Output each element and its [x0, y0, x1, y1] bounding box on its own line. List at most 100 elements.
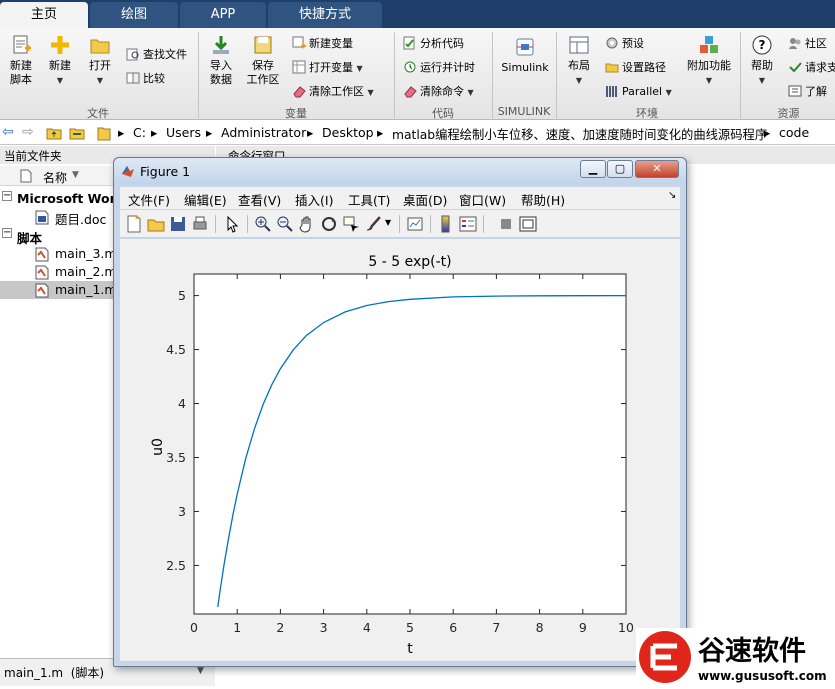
request-support-button[interactable]: 请求支 — [788, 60, 835, 75]
gear-icon — [606, 37, 618, 49]
set-path-label: 设置路径 — [622, 61, 666, 74]
learn-button[interactable]: 了解 — [788, 84, 827, 99]
simulink-button[interactable]: Simulink — [498, 36, 552, 75]
browse-folder-icon[interactable] — [69, 126, 85, 140]
save-icon[interactable] — [168, 214, 188, 234]
y-tick-label: 4.5 — [166, 342, 186, 357]
zoom-out-icon[interactable] — [275, 214, 295, 234]
minimize-button[interactable]: ▁ — [580, 160, 606, 178]
open-file-icon[interactable] — [146, 214, 166, 234]
analyze-icon — [403, 36, 415, 50]
print-icon[interactable] — [190, 214, 210, 234]
run-and-time-button[interactable]: 运行并计时 — [403, 60, 475, 75]
preferences-label: 预设 — [622, 37, 644, 50]
breadcrumb-desktop[interactable]: Desktop — [322, 125, 374, 140]
breadcrumb-administrator[interactable]: Administrator — [221, 125, 306, 140]
chevron-down-icon: ▼ — [56, 76, 64, 85]
ribbon: 新建 脚本 新建 ▼ 打开 ▼ 查找文件 比较 文件 导入 数据 保存 工作区 新建… — [0, 28, 835, 120]
help-icon: ? — [752, 35, 772, 55]
plot-svg[interactable]: 5 - 5 exp(-t) u0 t 0 1 2 3 4 5 6 7 8 9 10 2.5 3 3.5 4 4… — [120, 239, 680, 661]
chevron-down-icon: ▼ — [705, 76, 713, 85]
brush-icon[interactable] — [363, 214, 383, 234]
open-button[interactable]: 打开 ▼ — [84, 34, 116, 88]
file-name: main_3.m — [55, 246, 117, 261]
compare-button[interactable]: 比较 — [126, 71, 165, 86]
tab-home[interactable]: 主页 — [0, 2, 88, 28]
figure-titlebar[interactable]: Figure 1 ▁ ▢ ✕ — [114, 158, 686, 184]
import-icon — [213, 36, 229, 54]
addons-button[interactable]: 附加功能 ▼ — [686, 34, 732, 88]
tab-apps[interactable]: APP — [180, 2, 266, 28]
help-label: 帮助 — [751, 59, 773, 72]
zoom-in-icon[interactable] — [253, 214, 273, 234]
parallel-button[interactable]: Parallel ▼ — [605, 84, 672, 100]
pan-hand-icon[interactable] — [297, 214, 317, 234]
maximize-button[interactable]: ▢ — [607, 160, 633, 178]
breadcrumb-project-folder[interactable]: matlab编程绘制小车位移、速度、加速度随时间变化的曲线源码程序 — [392, 125, 767, 143]
clear-commands-button[interactable]: 清除命令 ▼ — [403, 84, 474, 100]
toolstrip-tabs: 主页 绘图 APP 快捷方式 — [0, 0, 835, 28]
menu-window[interactable]: 窗口(W) — [459, 190, 506, 209]
collapse-icon[interactable]: − — [2, 191, 12, 201]
colorbar-icon[interactable] — [436, 214, 456, 234]
breadcrumb-users[interactable]: Users — [166, 125, 201, 140]
save-workspace-button[interactable]: 保存 工作区 — [244, 34, 282, 87]
figure-canvas: 5 - 5 exp(-t) u0 t 0 1 2 3 4 5 6 7 8 9 10 2.5 3 3.5 4 4… — [120, 239, 680, 661]
new-script-button[interactable]: 新建 脚本 — [4, 34, 38, 87]
find-files-label: 查找文件 — [143, 48, 187, 61]
legend-icon[interactable] — [458, 214, 478, 234]
plot-title: 5 - 5 exp(-t) — [368, 254, 451, 270]
forward-arrow-icon[interactable]: ⇨ — [22, 124, 34, 140]
find-files-button[interactable]: 查找文件 — [126, 47, 187, 62]
back-arrow-icon[interactable]: ⇦ — [2, 124, 14, 140]
m-file-icon — [35, 265, 49, 280]
analyze-code-button[interactable]: 分析代码 — [403, 36, 464, 51]
close-icon: ✕ — [652, 162, 662, 175]
community-button[interactable]: 社区 — [788, 36, 827, 51]
new-figure-icon[interactable] — [124, 214, 144, 234]
x-tick-label: 6 — [449, 620, 457, 635]
tab-plots[interactable]: 绘图 — [90, 2, 178, 28]
chevron-down-icon[interactable]: ▼ — [197, 666, 204, 676]
new-script-label: 新建 脚本 — [10, 59, 32, 86]
clear-workspace-button[interactable]: 清除工作区 ▼ — [292, 84, 374, 100]
show-plot-tools-icon[interactable] — [518, 214, 538, 234]
menu-view[interactable]: 查看(V) — [238, 190, 281, 209]
menu-desktop[interactable]: 桌面(D) — [403, 190, 447, 209]
open-variable-button[interactable]: 打开变量 ▼ — [292, 60, 363, 76]
column-name[interactable]: 名称 — [43, 169, 67, 186]
hide-plot-tools-icon[interactable] — [496, 214, 516, 234]
collapse-icon[interactable]: − — [2, 228, 12, 238]
sort-chevron-icon[interactable]: ▼ — [72, 170, 79, 180]
tab-shortcuts[interactable]: 快捷方式 — [268, 2, 382, 28]
menu-help[interactable]: 帮助(H) — [521, 190, 565, 209]
menu-dock-arrow-icon[interactable]: ↘ — [668, 190, 676, 201]
parallel-icon — [606, 86, 617, 97]
rotate-3d-icon[interactable] — [319, 214, 339, 234]
set-path-button[interactable]: 设置路径 — [605, 60, 666, 75]
preferences-button[interactable]: 预设 — [605, 36, 644, 51]
x-axis-label: t — [407, 641, 413, 657]
file-name: main_1.m — [55, 282, 117, 297]
data-cursor-icon[interactable] — [341, 214, 361, 234]
new-variable-button[interactable]: 新建变量 — [292, 36, 353, 51]
layout-button[interactable]: 布局 ▼ — [563, 34, 595, 88]
breadcrumb-c[interactable]: C: — [133, 125, 146, 140]
chevron-down-icon[interactable]: ▼ — [385, 218, 391, 227]
y-tick-label: 2.5 — [166, 558, 186, 573]
file-name: main_2.m — [55, 264, 117, 279]
import-data-button[interactable]: 导入 数据 — [205, 34, 237, 87]
menu-edit[interactable]: 编辑(E) — [184, 190, 227, 209]
up-folder-icon[interactable] — [46, 126, 62, 140]
link-plot-icon[interactable] — [405, 214, 425, 234]
breadcrumb-code[interactable]: code — [779, 125, 809, 140]
simulink-label: Simulink — [501, 61, 549, 74]
pointer-icon[interactable] — [222, 214, 242, 234]
menu-file[interactable]: 文件(F) — [128, 190, 170, 209]
help-button[interactable]: ? 帮助 ▼ — [746, 34, 778, 88]
learn-icon — [788, 85, 802, 97]
new-button[interactable]: 新建 ▼ — [44, 34, 76, 88]
close-button[interactable]: ✕ — [635, 160, 679, 178]
menu-insert[interactable]: 插入(I) — [295, 190, 333, 209]
menu-tools[interactable]: 工具(T) — [348, 190, 390, 209]
